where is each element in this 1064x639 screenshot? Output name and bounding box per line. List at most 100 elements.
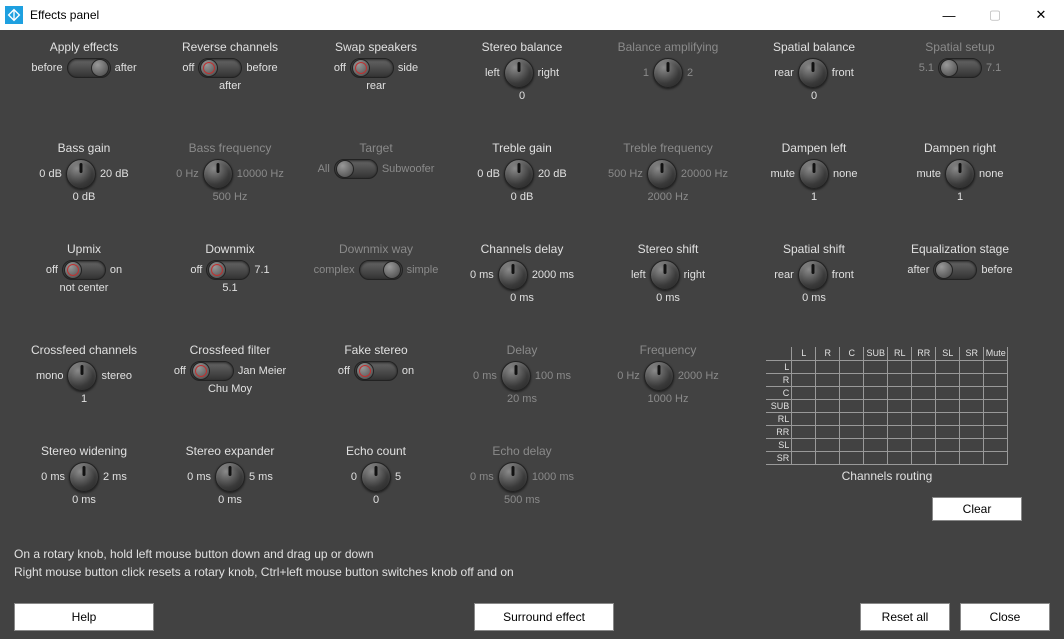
routing-cell-SL-SUB[interactable] — [864, 438, 888, 451]
channels-delay-knob[interactable] — [498, 260, 528, 290]
routing-cell-SR-SR[interactable] — [960, 451, 984, 464]
routing-cell-C-Mute[interactable] — [984, 386, 1008, 399]
routing-cell-R-R[interactable] — [816, 373, 840, 386]
routing-cell-RR-RL[interactable] — [888, 425, 912, 438]
echo-delay-knob[interactable] — [498, 462, 528, 492]
treble-gain-knob[interactable] — [504, 159, 534, 189]
routing-cell-R-SUB[interactable] — [864, 373, 888, 386]
clear-button[interactable]: Clear — [932, 497, 1022, 521]
routing-cell-C-RR[interactable] — [912, 386, 936, 399]
routing-cell-R-L[interactable] — [792, 373, 816, 386]
crossfeed-channels-knob[interactable] — [67, 361, 97, 391]
stereo-widening-knob[interactable] — [69, 462, 99, 492]
routing-cell-L-L[interactable] — [792, 360, 816, 373]
routing-cell-SL-C[interactable] — [840, 438, 864, 451]
routing-cell-SL-SL[interactable] — [936, 438, 960, 451]
routing-cell-L-RL[interactable] — [888, 360, 912, 373]
routing-cell-SL-Mute[interactable] — [984, 438, 1008, 451]
routing-cell-RL-SUB[interactable] — [864, 412, 888, 425]
bass-gain-knob[interactable] — [66, 159, 96, 189]
routing-cell-R-SR[interactable] — [960, 373, 984, 386]
frequency-knob[interactable] — [644, 361, 674, 391]
routing-cell-C-SL[interactable] — [936, 386, 960, 399]
routing-cell-SUB-R[interactable] — [816, 399, 840, 412]
routing-cell-R-Mute[interactable] — [984, 373, 1008, 386]
stereo-balance-knob[interactable] — [504, 58, 534, 88]
target-toggle[interactable] — [334, 159, 378, 179]
downmix-way-toggle[interactable] — [359, 260, 403, 280]
equalization-stage-toggle[interactable] — [933, 260, 977, 280]
treble-freq-knob[interactable] — [647, 159, 677, 189]
reset-all-button[interactable]: Reset all — [860, 603, 950, 631]
routing-cell-RR-RR[interactable] — [912, 425, 936, 438]
stereo-shift-knob[interactable] — [650, 260, 680, 290]
routing-cell-RL-SL[interactable] — [936, 412, 960, 425]
routing-cell-SR-C[interactable] — [840, 451, 864, 464]
echo-count-knob[interactable] — [361, 462, 391, 492]
routing-cell-SUB-RR[interactable] — [912, 399, 936, 412]
routing-cell-RL-C[interactable] — [840, 412, 864, 425]
routing-cell-RL-SR[interactable] — [960, 412, 984, 425]
routing-cell-RR-SL[interactable] — [936, 425, 960, 438]
routing-cell-RR-R[interactable] — [816, 425, 840, 438]
swap-speakers-toggle[interactable] — [350, 58, 394, 78]
routing-cell-C-RL[interactable] — [888, 386, 912, 399]
routing-cell-RL-R[interactable] — [816, 412, 840, 425]
routing-cell-SL-L[interactable] — [792, 438, 816, 451]
reverse-channels-toggle[interactable] — [198, 58, 242, 78]
routing-cell-L-Mute[interactable] — [984, 360, 1008, 373]
routing-cell-RR-SUB[interactable] — [864, 425, 888, 438]
routing-cell-RR-SR[interactable] — [960, 425, 984, 438]
routing-cell-C-SR[interactable] — [960, 386, 984, 399]
routing-cell-SUB-SL[interactable] — [936, 399, 960, 412]
fake-stereo-toggle[interactable] — [354, 361, 398, 381]
routing-cell-SUB-RL[interactable] — [888, 399, 912, 412]
routing-cell-SUB-L[interactable] — [792, 399, 816, 412]
stereo-expander-knob[interactable] — [215, 462, 245, 492]
routing-cell-RL-RL[interactable] — [888, 412, 912, 425]
crossfeed-filter-toggle[interactable] — [190, 361, 234, 381]
channels-routing-grid[interactable]: LRCSUBRLRRSLSRMute LRCSUBRLRRSLSR — [766, 347, 1009, 465]
routing-cell-SL-RL[interactable] — [888, 438, 912, 451]
routing-cell-R-SL[interactable] — [936, 373, 960, 386]
routing-cell-SR-RL[interactable] — [888, 451, 912, 464]
routing-cell-L-SL[interactable] — [936, 360, 960, 373]
routing-cell-RR-L[interactable] — [792, 425, 816, 438]
routing-cell-R-C[interactable] — [840, 373, 864, 386]
routing-cell-SL-SR[interactable] — [960, 438, 984, 451]
routing-cell-RL-Mute[interactable] — [984, 412, 1008, 425]
downmix-toggle[interactable] — [206, 260, 250, 280]
minimize-button[interactable]: — — [926, 0, 972, 30]
routing-cell-SR-RR[interactable] — [912, 451, 936, 464]
apply-effects-toggle[interactable] — [67, 58, 111, 78]
close-button[interactable]: Close — [960, 603, 1050, 631]
routing-cell-SUB-C[interactable] — [840, 399, 864, 412]
surround-effect-button[interactable]: Surround effect — [474, 603, 614, 631]
routing-cell-C-C[interactable] — [840, 386, 864, 399]
routing-cell-C-R[interactable] — [816, 386, 840, 399]
bass-freq-knob[interactable] — [203, 159, 233, 189]
routing-cell-SL-RR[interactable] — [912, 438, 936, 451]
help-button[interactable]: Help — [14, 603, 154, 631]
routing-cell-RL-RR[interactable] — [912, 412, 936, 425]
routing-cell-SR-L[interactable] — [792, 451, 816, 464]
spatial-setup-toggle[interactable] — [938, 58, 982, 78]
routing-cell-L-RR[interactable] — [912, 360, 936, 373]
routing-cell-SUB-SR[interactable] — [960, 399, 984, 412]
routing-cell-SUB-SUB[interactable] — [864, 399, 888, 412]
upmix-toggle[interactable] — [62, 260, 106, 280]
delay-knob[interactable] — [501, 361, 531, 391]
routing-cell-RR-Mute[interactable] — [984, 425, 1008, 438]
dampen-left-knob[interactable] — [799, 159, 829, 189]
routing-cell-SR-R[interactable] — [816, 451, 840, 464]
routing-cell-RL-L[interactable] — [792, 412, 816, 425]
balance-amplifying-knob[interactable] — [653, 58, 683, 88]
routing-cell-R-RL[interactable] — [888, 373, 912, 386]
close-window-button[interactable]: ✕ — [1018, 0, 1064, 30]
routing-cell-SR-SUB[interactable] — [864, 451, 888, 464]
routing-cell-C-L[interactable] — [792, 386, 816, 399]
routing-cell-L-R[interactable] — [816, 360, 840, 373]
dampen-right-knob[interactable] — [945, 159, 975, 189]
routing-cell-C-SUB[interactable] — [864, 386, 888, 399]
routing-cell-SUB-Mute[interactable] — [984, 399, 1008, 412]
